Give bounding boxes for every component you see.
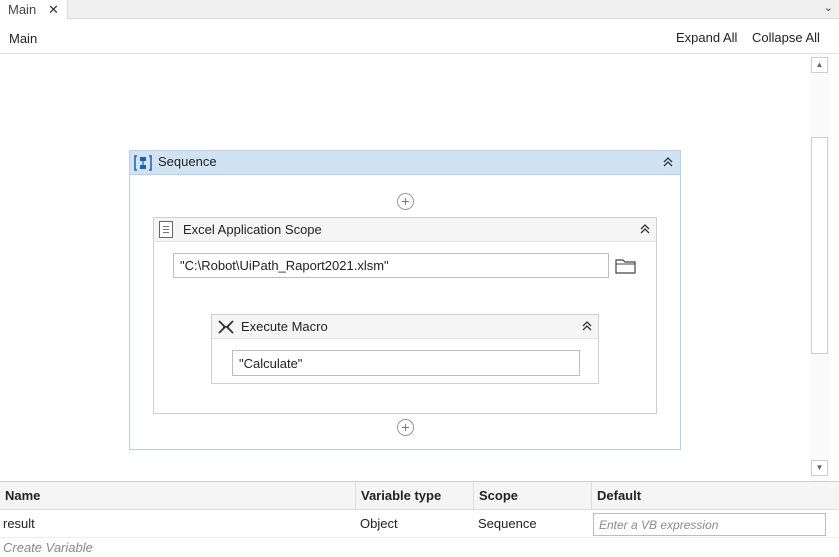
workbook-path-field[interactable] bbox=[173, 253, 609, 278]
excel-scope-title: Excel Application Scope bbox=[183, 222, 322, 237]
excel-scope-header[interactable]: Excel Application Scope bbox=[154, 218, 656, 242]
create-variable-link[interactable]: Create Variable bbox=[3, 540, 93, 555]
designer-header: Main Expand All Collapse All bbox=[0, 20, 839, 54]
column-header-name[interactable]: Name bbox=[0, 482, 356, 510]
collapse-all-button[interactable]: Collapse All bbox=[752, 30, 820, 45]
execute-macro-icon bbox=[218, 320, 234, 334]
sequence-activity[interactable]: Sequence + Excel Application Scope "C:\R… bbox=[129, 150, 681, 450]
add-activity-top-icon[interactable]: + bbox=[397, 193, 414, 210]
variable-name-cell[interactable]: result bbox=[0, 510, 35, 538]
sequence-header[interactable]: Sequence bbox=[130, 151, 680, 175]
excel-application-scope-activity[interactable]: Excel Application Scope Exec bbox=[153, 217, 657, 414]
collapse-excel-scope-icon[interactable] bbox=[639, 223, 651, 237]
execute-macro-title: Execute Macro bbox=[241, 319, 328, 334]
tab-main-label: Main bbox=[8, 2, 37, 17]
column-header-scope[interactable]: Scope bbox=[474, 482, 592, 510]
chevron-down-icon[interactable]: ⌄ bbox=[824, 1, 833, 14]
workflow-canvas[interactable]: Sequence + Excel Application Scope "C:\R… bbox=[0, 55, 810, 481]
column-header-variable-type[interactable]: Variable type bbox=[356, 482, 474, 510]
variables-panel: Name Variable type Scope Default result … bbox=[0, 481, 839, 557]
collapse-execute-macro-icon[interactable] bbox=[581, 320, 593, 334]
excel-document-icon bbox=[159, 221, 173, 238]
scroll-up-icon[interactable]: ▲ bbox=[811, 57, 828, 73]
folder-icon[interactable] bbox=[613, 253, 638, 278]
scroll-down-icon[interactable]: ▼ bbox=[811, 460, 828, 476]
variables-header-row: Name Variable type Scope Default bbox=[0, 482, 839, 510]
expand-all-button[interactable]: Expand All bbox=[676, 30, 737, 45]
collapse-sequence-icon[interactable] bbox=[662, 156, 674, 170]
macro-name-field[interactable] bbox=[232, 350, 580, 376]
close-icon[interactable]: ✕ bbox=[48, 2, 59, 18]
tab-main[interactable]: Main ✕ bbox=[0, 0, 68, 19]
column-header-default[interactable]: Default bbox=[592, 482, 839, 510]
execute-macro-header[interactable]: Execute Macro bbox=[212, 315, 598, 339]
breadcrumb[interactable]: Main bbox=[9, 31, 37, 46]
scroll-thumb[interactable] bbox=[811, 137, 828, 354]
sequence-title: Sequence bbox=[158, 154, 217, 169]
variable-type-cell[interactable]: Object bbox=[357, 510, 398, 538]
document-tab-strip: Main ✕ ⌄ bbox=[0, 0, 839, 19]
variable-scope-cell[interactable]: Sequence bbox=[475, 510, 537, 538]
sequence-icon bbox=[134, 155, 152, 171]
add-activity-bottom-icon[interactable]: + bbox=[397, 419, 414, 436]
execute-macro-activity[interactable]: Execute Macro bbox=[211, 314, 599, 384]
variable-default-field[interactable] bbox=[593, 513, 826, 536]
vertical-scrollbar[interactable]: ▲ ▼ bbox=[810, 55, 830, 481]
